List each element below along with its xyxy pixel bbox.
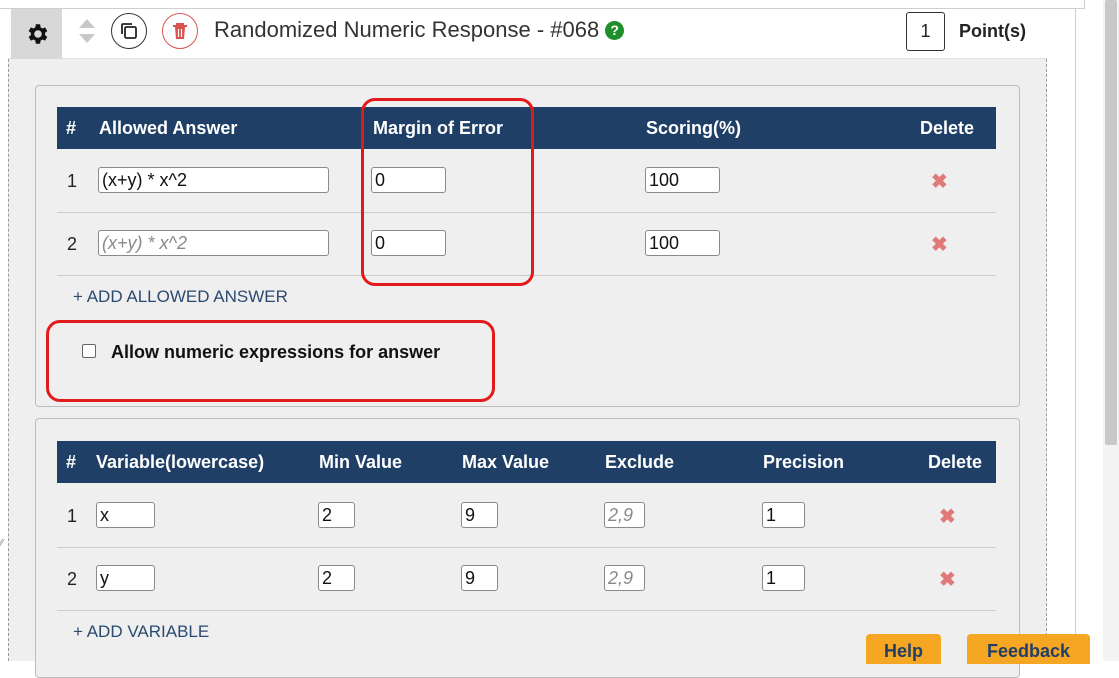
row-divider [57, 547, 996, 548]
col-header-num: # [66, 118, 77, 138]
col-header-exclude: Exclude [605, 452, 675, 472]
duplicate-button[interactable] [111, 13, 147, 49]
up-down-arrows-icon [79, 19, 95, 43]
exclude-input[interactable] [604, 565, 645, 591]
add-allowed-answer-link[interactable]: + ADD ALLOWED ANSWER [73, 287, 288, 307]
allow-numeric-expressions-checkbox[interactable] [82, 344, 96, 358]
margin-of-error-input[interactable] [371, 230, 446, 256]
help-button[interactable]: Help [866, 634, 941, 664]
copy-icon [121, 23, 137, 39]
close-x-icon[interactable]: ✖ [931, 235, 948, 255]
row-divider [57, 610, 996, 611]
question-title: Randomized Numeric Response - #068? [214, 17, 625, 43]
close-x-icon[interactable]: ✖ [939, 507, 956, 527]
variable-row-number: 1 [67, 506, 78, 526]
precision-input[interactable] [762, 565, 805, 591]
margin-of-error-input[interactable] [371, 167, 446, 193]
reorder-handle[interactable] [77, 18, 97, 44]
question-title-text: Randomized Numeric Response - #068 [214, 17, 600, 42]
col-header-variable: Variable(lowercase) [96, 452, 265, 472]
min-value-input[interactable] [318, 502, 355, 528]
vertical-scrollbar[interactable] [1103, 0, 1119, 661]
col-header-delete: Delete [920, 118, 975, 138]
col-header-min-value: Min Value [319, 452, 403, 472]
variable-name-input[interactable] [96, 502, 155, 528]
allowed-answer-input[interactable] [98, 167, 329, 193]
help-icon[interactable]: ? [605, 20, 625, 40]
feedback-button[interactable]: Feedback [967, 634, 1090, 664]
resize-grip-icon[interactable]: ⁄⁄ [0, 539, 8, 560]
variable-row-number: 2 [67, 569, 78, 589]
col-header-scoring: Scoring(%) [646, 118, 742, 138]
col-header-num: # [66, 452, 77, 472]
close-x-icon[interactable]: ✖ [931, 172, 948, 192]
max-value-input[interactable] [461, 565, 498, 591]
add-variable-link[interactable]: + ADD VARIABLE [73, 622, 209, 642]
settings-button[interactable] [11, 9, 62, 59]
row-divider [57, 275, 996, 276]
trash-icon [173, 23, 187, 39]
min-value-input[interactable] [318, 565, 355, 591]
close-x-icon[interactable]: ✖ [939, 570, 956, 590]
row-divider [57, 212, 996, 213]
exclude-input[interactable] [604, 502, 645, 528]
col-header-max-value: Max Value [462, 452, 550, 472]
gear-icon [28, 24, 47, 44]
col-header-margin-of-error: Margin of Error [373, 118, 504, 138]
max-value-input[interactable] [461, 502, 498, 528]
allow-numeric-expressions-label[interactable]: Allow numeric expressions for answer [111, 342, 440, 363]
scrollbar-thumb[interactable] [1105, 0, 1117, 445]
col-header-allowed-answer: Allowed Answer [99, 118, 238, 138]
points-label: Point(s) [959, 21, 1026, 41]
col-header-delete: Delete [928, 452, 983, 472]
variables-table-header: # Variable(lowercase) Min Value Max Valu… [57, 441, 996, 483]
scoring-input[interactable] [645, 230, 720, 256]
scoring-input[interactable] [645, 167, 720, 193]
answers-table-header: # Allowed Answer Margin of Error Scoring… [57, 107, 996, 149]
delete-question-button[interactable] [162, 13, 198, 49]
allowed-answer-input[interactable] [98, 230, 329, 256]
answer-row-number: 2 [67, 234, 78, 254]
precision-input[interactable] [762, 502, 805, 528]
window-top-edge [0, 0, 1085, 9]
answer-row-number: 1 [67, 171, 78, 191]
points-input[interactable]: 1 [906, 12, 945, 51]
variable-name-input[interactable] [96, 565, 155, 591]
col-header-precision: Precision [763, 452, 845, 472]
window-right-edge [1075, 9, 1076, 661]
